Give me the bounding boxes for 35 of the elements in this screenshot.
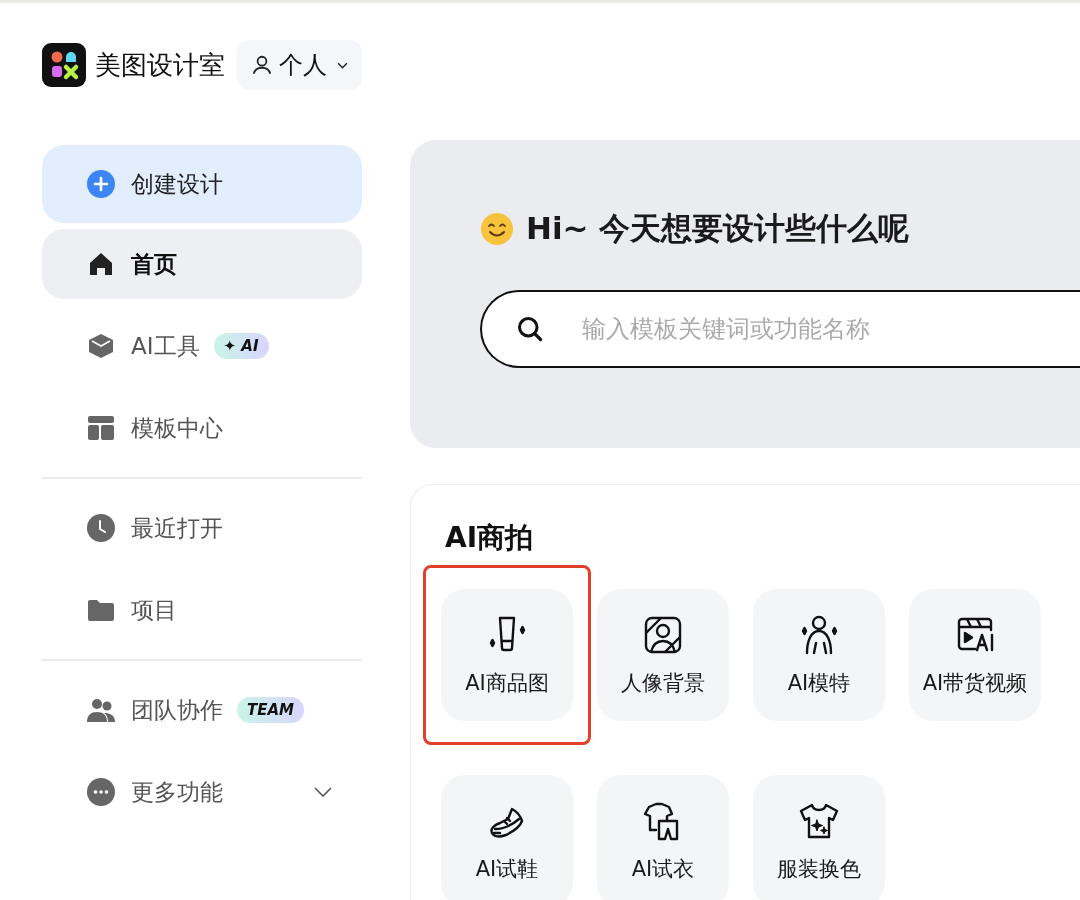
nav-item[interactable]: 项目 <box>42 575 362 645</box>
tool-tile[interactable]: AI试衣 <box>597 775 729 900</box>
app-logo-icon <box>42 43 86 87</box>
people-icon <box>87 696 115 724</box>
tool-tile[interactable]: AI商品图 <box>441 589 573 721</box>
tool-tile[interactable]: 服装换色 <box>753 775 885 900</box>
nav-item[interactable]: 模板中心 <box>42 393 362 463</box>
chevron-icon <box>337 61 348 69</box>
smiley-icon <box>480 212 514 246</box>
nav-item[interactable]: 最近打开 <box>42 493 362 563</box>
more-icon <box>87 778 115 806</box>
layout-icon <box>87 414 115 442</box>
nav-item[interactable]: AI工具 ✦ AI <box>42 311 362 381</box>
chevron-icon <box>314 787 332 797</box>
account-switch[interactable]: 个人 <box>237 40 362 90</box>
clock-icon <box>87 514 115 542</box>
greeting-heading: Hi~ 今天想要设计些什么呢 <box>526 209 910 248</box>
nav-item[interactable]: 首页 <box>42 229 362 299</box>
app-name: 美图设计室 <box>95 48 225 82</box>
cube-icon <box>87 332 115 360</box>
nav-item[interactable]: 更多功能 <box>42 757 362 827</box>
tool-tile[interactable]: AI试鞋 <box>441 775 573 900</box>
plus-icon <box>87 170 115 198</box>
user-icon <box>251 54 273 76</box>
tool-tile[interactable]: 人像背景 <box>597 589 729 721</box>
nav-badge: ✦ AI <box>213 333 269 359</box>
create-design-button[interactable]: 创建设计 <box>42 145 362 223</box>
section-title: AI商拍 <box>445 520 535 556</box>
tool-tile[interactable]: AI模特 <box>753 589 885 721</box>
search-icon <box>516 315 544 343</box>
tool-tile[interactable]: AI带货视频 <box>909 589 1041 721</box>
nav-badge: TEAM <box>237 697 304 723</box>
search-field[interactable]: 输入模板关键词或功能名称 <box>480 290 1080 368</box>
nav-item[interactable]: 团队协作 TEAM <box>42 675 362 745</box>
home-icon <box>87 250 115 278</box>
